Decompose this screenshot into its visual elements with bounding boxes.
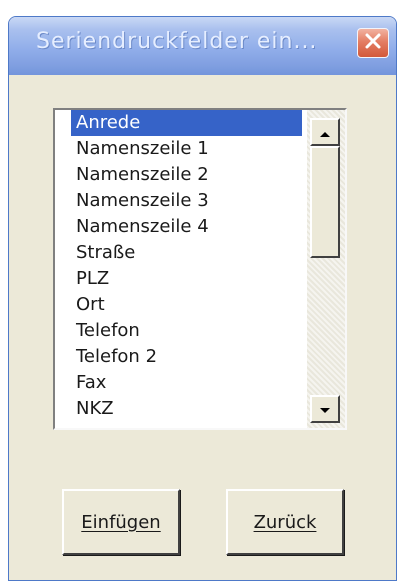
scroll-thumb[interactable]	[310, 146, 340, 258]
list-item-telefon-2[interactable]: Telefon 2	[55, 344, 307, 370]
list-item-namenszeile-4[interactable]: Namenszeile 4	[55, 214, 307, 240]
list-item-namenszeile-2[interactable]: Namenszeile 2	[55, 162, 307, 188]
insert-button[interactable]: Einfügen	[62, 489, 180, 555]
vertical-scrollbar[interactable]	[307, 110, 345, 428]
list-item-nkz[interactable]: NKZ	[55, 396, 307, 422]
list-item-plz[interactable]: PLZ	[55, 266, 307, 292]
scroll-down-button[interactable]	[310, 395, 340, 423]
merge-field-listbox[interactable]: Anrede Namenszeile 1 Namenszeile 2 Namen…	[53, 108, 347, 430]
close-icon	[364, 32, 382, 54]
list-item-anrede[interactable]: Anrede	[71, 110, 302, 136]
window-title: Seriendruckfelder ein...	[36, 29, 318, 54]
scroll-up-arrow-icon	[319, 123, 331, 142]
list-item-fax[interactable]: Fax	[55, 370, 307, 396]
dialog-body: Anrede Namenszeile 1 Namenszeile 2 Namen…	[9, 75, 396, 580]
close-button[interactable]	[357, 28, 389, 58]
list-item-namenszeile-1[interactable]: Namenszeile 1	[55, 136, 307, 162]
list-item-ort[interactable]: Ort	[55, 292, 307, 318]
title-bar[interactable]: Seriendruckfelder ein...	[9, 17, 396, 76]
scroll-down-arrow-icon	[319, 400, 331, 419]
dialog-window: Seriendruckfelder ein... Anrede Namensze…	[8, 16, 397, 581]
scroll-up-button[interactable]	[310, 118, 340, 146]
back-button[interactable]: Zurück	[226, 489, 344, 555]
list-item-telefon[interactable]: Telefon	[55, 318, 307, 344]
list-item-strasse[interactable]: Straße	[55, 240, 307, 266]
list-item-namenszeile-3[interactable]: Namenszeile 3	[55, 188, 307, 214]
listbox-items: Anrede Namenszeile 1 Namenszeile 2 Namen…	[55, 110, 307, 428]
